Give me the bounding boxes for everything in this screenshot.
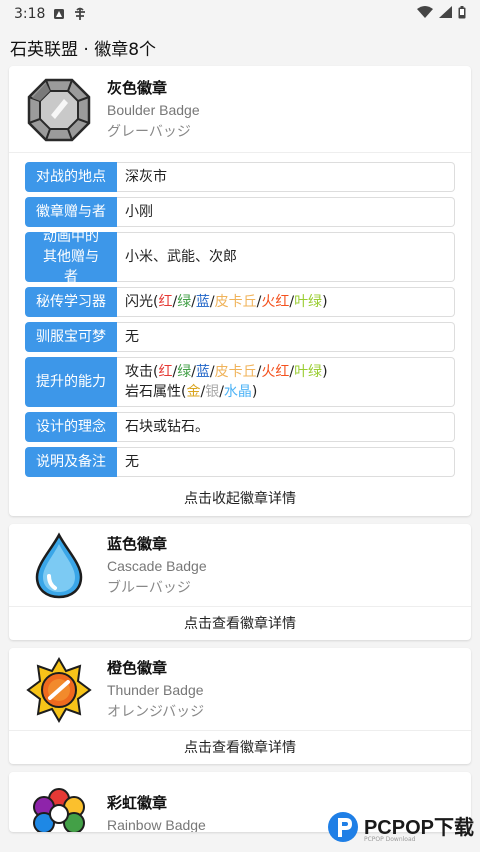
detail-label: 提升的能力 xyxy=(25,357,117,407)
detail-value: 攻击(红/绿/蓝/皮卡丘/火红/叶绿) 岩石属性(金/银/水晶) xyxy=(117,357,455,407)
badge-english-name: Boulder Badge xyxy=(107,102,200,118)
detail-value: 闪光(红/绿/蓝/皮卡丘/火红/叶绿) xyxy=(117,287,455,317)
detail-value: 小刚 xyxy=(117,197,455,227)
badge-detail-table: 对战的地点 深灰市 徽章赠与者 小刚 动画中的其他赠与者 小米、武能、次郎 秘传… xyxy=(9,152,471,477)
detail-label: 徽章赠与者 xyxy=(25,197,117,227)
badge-japanese-name: グレーバッジ xyxy=(107,124,191,140)
boulder-badge-icon xyxy=(25,76,93,144)
badge-name: 彩虹徽章 xyxy=(107,794,168,812)
view-details-button[interactable]: 点击查看徽章详情 xyxy=(9,730,471,764)
detail-label: 说明及备注 xyxy=(25,447,117,477)
detail-row-notes: 说明及备注 无 xyxy=(25,447,455,477)
badge-card-thunder[interactable]: 橙色徽章 Thunder Badge オレンジバッジ 点击查看徽章详情 xyxy=(9,648,471,764)
detail-row-boost: 提升的能力 攻击(红/绿/蓝/皮卡丘/火红/叶绿) 岩石属性(金/银/水晶) xyxy=(25,357,455,407)
detail-value: 无 xyxy=(117,447,455,477)
pcpop-logo-icon xyxy=(327,812,358,842)
badge-japanese-name: オレンジバッジ xyxy=(107,704,205,720)
detail-label: 设计的理念 xyxy=(25,412,117,442)
detail-label: 驯服宝可梦 xyxy=(25,322,117,352)
badge-name: 灰色徽章 xyxy=(107,79,168,97)
cascade-badge-icon xyxy=(25,532,93,600)
wifi-icon xyxy=(417,6,433,22)
detail-label: 动画中的其他赠与者 xyxy=(25,229,117,285)
badge-header[interactable]: 蓝色徽章 Cascade Badge ブルーバッジ xyxy=(9,524,471,606)
detail-row-giver: 徽章赠与者 小刚 xyxy=(25,197,455,227)
status-time: 3:18 xyxy=(14,6,46,22)
detail-value: 小米、武能、次郎 xyxy=(117,232,455,282)
collapse-details-button[interactable]: 点击收起徽章详情 xyxy=(9,482,471,516)
detail-label: 对战的地点 xyxy=(25,162,117,192)
badge-header[interactable]: 橙色徽章 Thunder Badge オレンジバッジ xyxy=(9,648,471,730)
page-title: 石英联盟 · 徽章8个 xyxy=(10,39,157,60)
badge-name: 橙色徽章 xyxy=(107,659,168,677)
view-details-button[interactable]: 点击查看徽章详情 xyxy=(9,606,471,640)
badge-name: 蓝色徽章 xyxy=(107,535,168,553)
detail-row-location: 对战的地点 深灰市 xyxy=(25,162,455,192)
bug-icon xyxy=(73,7,87,21)
detail-label: 秘传学习器 xyxy=(25,287,117,317)
detail-value: 石块或钻石。 xyxy=(117,412,455,442)
detail-value: 深灰市 xyxy=(117,162,455,192)
detail-row-obey: 驯服宝可梦 无 xyxy=(25,322,455,352)
badge-english-name: Thunder Badge xyxy=(107,682,204,698)
badge-japanese-name: ブルーバッジ xyxy=(107,580,191,596)
signal-icon xyxy=(439,6,452,22)
detail-row-hm: 秘传学习器 闪光(红/绿/蓝/皮卡丘/火红/叶绿) xyxy=(25,287,455,317)
watermark-logo: PCPOP下载 PCPOP Download xyxy=(326,810,474,844)
battery-icon xyxy=(458,5,466,23)
detail-row-design: 设计的理念 石块或钻石。 xyxy=(25,412,455,442)
thunder-badge-icon xyxy=(25,656,93,724)
rainbow-badge-icon xyxy=(25,780,93,832)
notification-icon xyxy=(53,8,65,20)
status-bar: 3:18 xyxy=(0,0,480,28)
detail-value: 无 xyxy=(117,322,455,352)
badge-english-name: Cascade Badge xyxy=(107,558,207,574)
detail-row-anime-givers: 动画中的其他赠与者 小米、武能、次郎 xyxy=(25,229,455,285)
badge-header[interactable]: 灰色徽章 Boulder Badge グレーバッジ xyxy=(9,66,471,152)
badge-card-cascade[interactable]: 蓝色徽章 Cascade Badge ブルーバッジ 点击查看徽章详情 xyxy=(9,524,471,640)
badge-card-boulder[interactable]: 灰色徽章 Boulder Badge グレーバッジ 对战的地点 深灰市 徽章赠与… xyxy=(9,66,471,516)
badge-english-name: Rainbow Badge xyxy=(107,817,206,832)
